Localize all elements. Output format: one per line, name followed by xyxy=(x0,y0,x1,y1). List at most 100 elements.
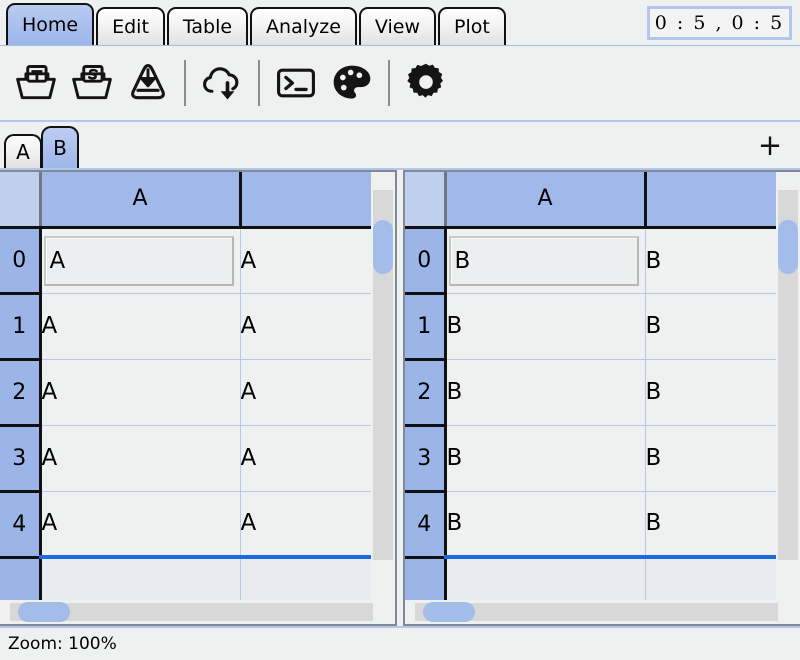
row-header[interactable]: 1 xyxy=(405,293,447,361)
ribbon-tab-label: Home xyxy=(22,13,79,36)
table-row: 2 A A xyxy=(0,359,371,427)
cell-r4-ca[interactable]: B xyxy=(445,491,646,559)
scrollbar-thumb[interactable] xyxy=(18,602,70,622)
table-row: 0 A A xyxy=(0,227,371,295)
cell-r0-ca[interactable]: B xyxy=(445,227,646,294)
table-row: 3 A A xyxy=(0,425,371,493)
add-sheet-button[interactable]: + xyxy=(756,127,784,162)
ribbon-tab-plot[interactable]: Plot xyxy=(438,7,506,45)
palette-icon xyxy=(330,61,374,105)
table-row: 2 B B xyxy=(405,359,776,427)
cell-r2-ca[interactable]: A xyxy=(40,359,241,426)
status-bar: Zoom: 100% xyxy=(0,626,800,660)
cell-r5-ca[interactable] xyxy=(40,557,241,600)
ribbon-tab-edit[interactable]: Edit xyxy=(96,7,165,45)
toolbar-separator xyxy=(258,60,260,106)
toolbar-separator xyxy=(184,60,186,106)
settings-button[interactable] xyxy=(398,53,454,113)
cell-r2-cb[interactable]: A xyxy=(240,359,371,426)
cell-r0-ca[interactable]: A xyxy=(40,227,241,294)
grid-viewport: A B 0 A A xyxy=(0,172,371,600)
plus-icon: + xyxy=(757,127,783,162)
row-header[interactable]: 2 xyxy=(0,359,42,427)
cell-r0-cb[interactable]: B xyxy=(645,227,776,294)
cloud-download-icon xyxy=(200,61,244,105)
row-header[interactable]: 3 xyxy=(0,425,42,493)
console-button[interactable] xyxy=(268,53,324,113)
row-header[interactable]: 3 xyxy=(405,425,447,493)
ribbon-tab-home[interactable]: Home xyxy=(6,3,95,45)
theme-palette-button[interactable] xyxy=(324,53,380,113)
cell-r4-cb[interactable]: B xyxy=(645,491,776,559)
toolbar-separator xyxy=(388,60,390,106)
cell-r1-ca[interactable]: B xyxy=(445,293,646,360)
cell-r4-cb[interactable]: A xyxy=(240,491,371,559)
column-header-a[interactable]: A xyxy=(445,172,647,229)
row-header[interactable]: 0 xyxy=(405,227,447,295)
active-cell-editor[interactable]: A xyxy=(43,235,234,286)
sheet-tab-b[interactable]: B xyxy=(41,126,79,168)
scrollbar-thumb[interactable] xyxy=(373,220,393,274)
selection-coordinate-display[interactable]: 0 : 5 , 0 : 5 xyxy=(647,6,792,40)
open-spreadsheet-file-button[interactable] xyxy=(64,53,120,113)
sheet-tab-a[interactable]: A xyxy=(4,134,42,168)
cell-r5-cb[interactable] xyxy=(645,557,776,600)
scrollbar-thumb[interactable] xyxy=(778,220,798,274)
ribbon-tab-table[interactable]: Table xyxy=(166,7,249,45)
cell-r3-ca[interactable]: A xyxy=(40,425,241,492)
vertical-scrollbar-right[interactable] xyxy=(776,172,800,600)
cell-r5-cb[interactable] xyxy=(240,557,371,600)
column-header-a[interactable]: A xyxy=(40,172,242,229)
ribbon-tab-view[interactable]: View xyxy=(358,7,437,45)
coordinate-text: 0 : 5 , 0 : 5 xyxy=(654,12,785,34)
column-header-b[interactable]: B xyxy=(645,172,776,229)
row-header[interactable]: 4 xyxy=(405,491,447,559)
ribbon-tab-label: Edit xyxy=(112,15,149,38)
icon-toolbar xyxy=(0,46,800,122)
table-row: 4 A A xyxy=(0,491,371,559)
row-header-empty[interactable] xyxy=(405,557,447,600)
open-text-file-button[interactable] xyxy=(8,53,64,113)
cell-r3-cb[interactable]: B xyxy=(645,425,776,492)
cell-r0-cb[interactable]: A xyxy=(240,227,371,294)
cell-r1-cb[interactable]: A xyxy=(240,293,371,360)
row-header-empty[interactable] xyxy=(0,557,42,600)
horizontal-scrollbar-left[interactable] xyxy=(0,600,395,624)
grid-wrapper: A B 0 B B xyxy=(405,172,800,600)
table-row: 1 A A xyxy=(0,293,371,361)
grid-corner-cell[interactable] xyxy=(405,172,447,229)
row-header[interactable]: 2 xyxy=(405,359,447,427)
vertical-scrollbar-left[interactable] xyxy=(371,172,395,600)
grid-body: 0 A A 1 A A 2 A A 3 A A 4 A A xyxy=(0,227,371,600)
cell-r5-ca[interactable] xyxy=(445,557,646,600)
ribbon-tab-analyze[interactable]: Analyze xyxy=(250,7,357,45)
horizontal-scrollbar-right[interactable] xyxy=(405,600,800,624)
cloud-download-button[interactable] xyxy=(194,53,250,113)
row-header[interactable]: 0 xyxy=(0,227,42,295)
data-grid: A B 0 B B xyxy=(405,172,776,600)
import-data-button[interactable] xyxy=(120,53,176,113)
cell-r4-ca[interactable]: A xyxy=(40,491,241,559)
sheet-tab-label: A xyxy=(16,140,30,164)
column-header-b[interactable]: B xyxy=(240,172,371,229)
cell-r1-ca[interactable]: A xyxy=(40,293,241,360)
active-cell-editor[interactable]: B xyxy=(448,235,639,286)
cell-r3-cb[interactable]: A xyxy=(240,425,371,492)
cell-r3-ca[interactable]: B xyxy=(445,425,646,492)
spreadsheet-application-window: Home Edit Table Analyze View Plot 0 : 5 … xyxy=(0,0,800,660)
row-header[interactable]: 1 xyxy=(0,293,42,361)
cell-r2-cb[interactable]: B xyxy=(645,359,776,426)
cell-r1-cb[interactable]: B xyxy=(645,293,776,360)
scrollbar-thumb[interactable] xyxy=(423,602,475,622)
open-text-file-icon xyxy=(14,61,58,105)
sheet-tab-label: B xyxy=(53,136,67,160)
column-header-row: A B xyxy=(0,172,371,229)
column-header-row: A B xyxy=(405,172,776,229)
console-icon xyxy=(274,61,318,105)
cell-r2-ca[interactable]: B xyxy=(445,359,646,426)
ribbon-tab-label: Plot xyxy=(454,15,490,38)
row-header[interactable]: 4 xyxy=(0,491,42,559)
grid-corner-cell[interactable] xyxy=(0,172,42,229)
table-row xyxy=(405,557,776,600)
table-row: 0 B B xyxy=(405,227,776,295)
